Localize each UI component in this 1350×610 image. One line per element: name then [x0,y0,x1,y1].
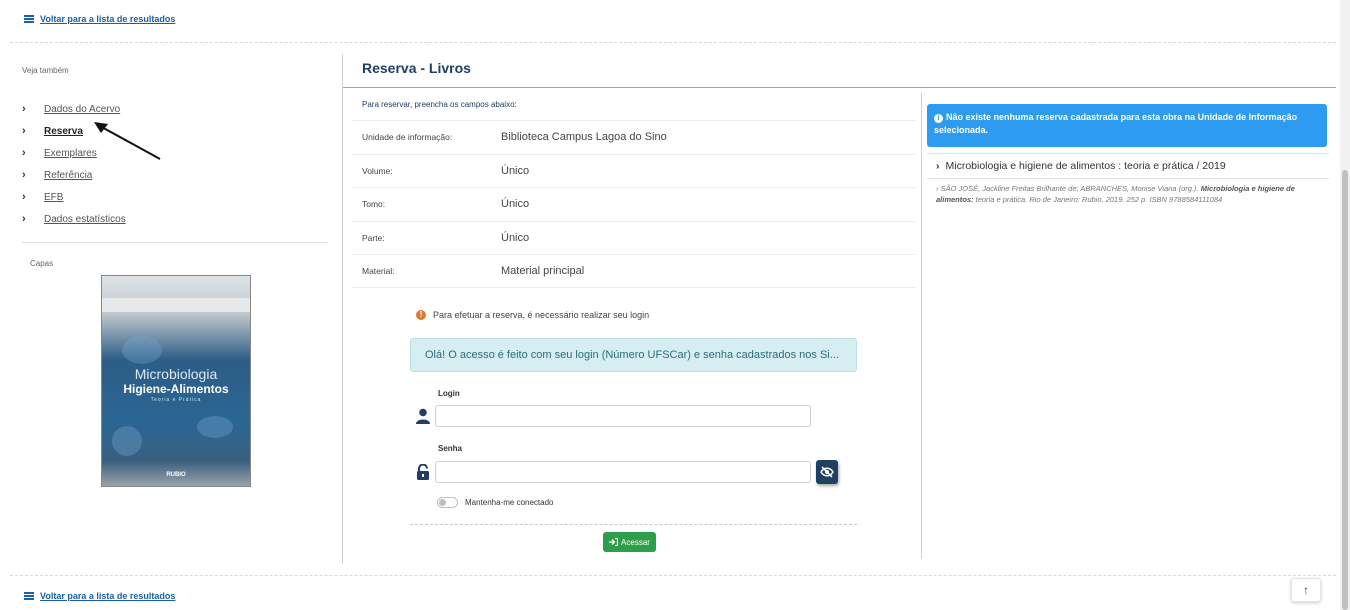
field-label: Tomo: [362,199,386,210]
top-divider [10,42,1336,43]
sidebar-item-dados-estatisticos[interactable]: › Dados estatísticos [22,208,126,230]
sidebar-item-label[interactable]: Exemplares [44,148,97,159]
cover-subtitle: Teoria e Prática [150,397,202,403]
login-required-note: ! Para efetuar a reserva, é necessário r… [416,310,649,320]
bottom-divider [10,575,1336,576]
form-divider [410,524,857,525]
field-value: Único [501,231,530,244]
eye-slash-icon [820,466,834,478]
password-label: Senha [438,444,463,453]
sidebar-item-referencia[interactable]: › Referência [22,164,126,186]
chevron-right-icon: › [22,147,26,159]
reference-authors: SÃO JOSÉ, Jackline Freitas Brilhante de;… [940,184,1199,193]
list-icon [24,592,34,600]
chevron-right-icon: › [936,184,939,193]
sidebar-item-efb[interactable]: › EFB [22,186,126,208]
field-label: Unidade de informação: [362,132,453,143]
unlock-icon [417,464,429,480]
field-label: Volume: [362,165,393,176]
scrollbar-thumb[interactable] [1342,170,1348,610]
field-label: Parte: [362,232,385,243]
sidebar-item-label[interactable]: Referência [44,170,92,181]
sidebar-item-dados-acervo[interactable]: › Dados do Acervo [22,98,126,120]
field-row-parte: Parte: Único [352,220,915,255]
annotation-arrow-icon [94,122,161,160]
see-also-heading: Veja também [22,66,69,75]
toggle-password-visibility-button[interactable] [816,460,838,484]
no-reservation-alert: i Não existe nenhuma reserva cadastrada p… [927,104,1327,147]
field-row-tomo: Tomo: Único [352,187,915,221]
chevron-right-icon: › [22,125,26,137]
scroll-to-top-button[interactable]: ↑ [1291,578,1321,602]
column-separator [921,93,922,559]
bibliographic-reference: › SÃO JOSÉ, Jackline Freitas Brilhante d… [936,183,1321,205]
sidebar-item-label[interactable]: Dados estatísticos [44,214,126,225]
list-icon [24,15,34,23]
chevron-right-icon: › [22,103,26,115]
login-label: Login [438,389,460,398]
form-instructions: Para reservar, preencha os campos abaixo… [362,100,517,109]
password-input[interactable] [435,461,811,483]
cover-decoration [112,426,142,456]
right-divider [927,153,1329,154]
sidebar-separator [342,54,343,564]
page-scrollbar[interactable] [1340,0,1350,610]
cover-decoration [122,336,162,364]
field-value: Único [501,198,530,211]
remember-me-label: Mantenha-me conectado [465,498,554,507]
reservation-fields: Unidade de informação: Biblioteca Campus … [352,120,915,288]
no-reservation-text: Não existe nenhuma reserva cadastrada pa… [934,112,1298,135]
cover-publisher: RUBIO [166,472,186,478]
back-to-results-link[interactable]: Voltar para a lista de resultados [40,14,175,24]
remember-me-toggle[interactable] [437,497,458,508]
field-row-unit: Unidade de informação: Biblioteca Campus … [352,120,915,154]
cover-author-band [102,298,250,312]
page-title: Reserva - Livros [362,60,471,76]
field-value: Biblioteca Campus Lagoa do Sino [501,131,667,144]
book-cover-image: Microbiologia Higiene-Alimentos Teoria e… [101,275,251,487]
login-info-box: Olá! O acesso é feito com seu login (Núm… [410,338,857,372]
field-row-volume: Volume: Único [352,153,915,188]
right-divider [927,178,1329,179]
cover-title-line1: Microbiologia [134,366,218,382]
work-title-text: Microbiologia e higiene de alimentos : t… [945,160,1226,172]
field-row-material: Material: Material principal [352,254,915,288]
covers-heading: Capas [30,259,54,268]
chevron-right-icon: › [22,213,26,225]
field-label: Material: [362,265,395,276]
sidebar-item-label[interactable]: EFB [44,192,63,203]
work-title: › Microbiologia e higiene de alimentos : … [936,160,1226,172]
cover-title-line2: Higiene-Alimentos [123,382,229,396]
reference-details: teoria e prática. Rio de Janeiro: Rubio,… [975,195,1223,204]
field-value: Material principal [501,264,585,277]
chevron-right-icon: › [22,169,26,181]
back-to-results-bottom[interactable]: Voltar para a lista de resultados [24,591,175,601]
sidebar-divider [22,242,328,243]
login-info-text: Olá! O acesso é feito com seu login (Núm… [425,349,839,361]
sign-in-icon [609,538,619,546]
arrow-up-icon: ↑ [1303,583,1309,597]
title-rule [343,87,1336,88]
remember-me-row: Mantenha-me conectado [437,497,554,508]
cover-decoration [197,416,233,438]
login-submit-button[interactable]: Acessar [603,532,656,552]
back-to-results-link[interactable]: Voltar para a lista de resultados [40,591,175,601]
login-input[interactable] [435,405,811,427]
back-to-results-top[interactable]: Voltar para a lista de resultados [24,14,175,24]
info-circle-icon: i [934,114,943,123]
exclamation-circle-icon: ! [416,310,426,320]
field-value: Único [501,164,530,177]
chevron-right-icon: › [22,191,26,203]
login-required-text: Para efetuar a reserva, é necessário rea… [433,310,650,320]
sidebar-item-label[interactable]: Reserva [44,126,83,137]
user-icon [416,408,430,424]
sidebar-item-label[interactable]: Dados do Acervo [44,104,120,115]
login-submit-label: Acessar [621,537,650,547]
chevron-right-icon: › [936,160,940,172]
